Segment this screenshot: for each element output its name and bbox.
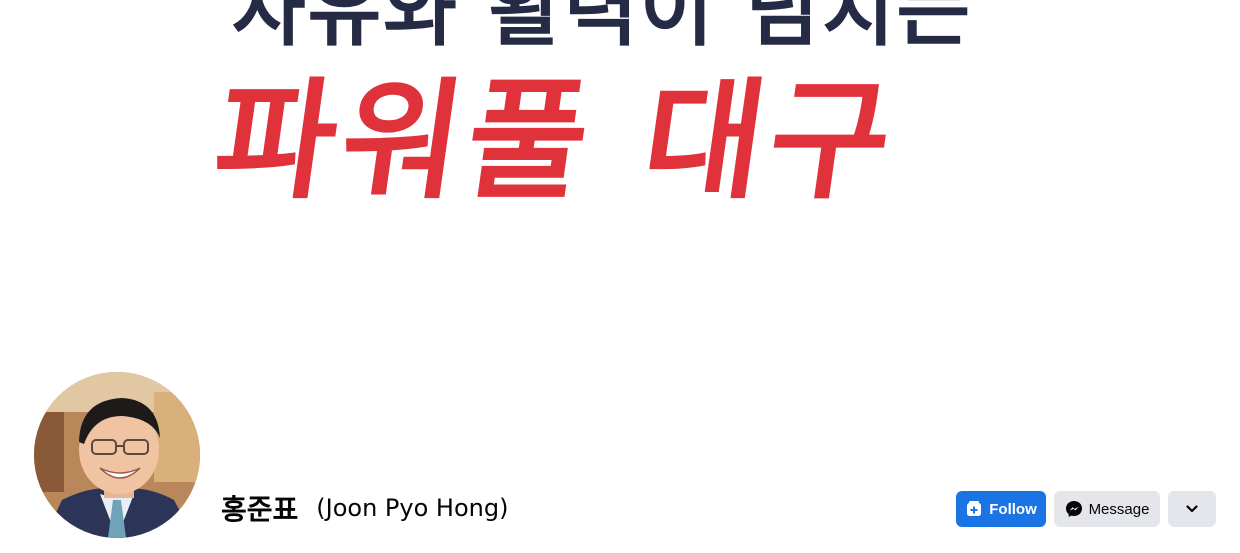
profile-name-korean: 홍준표 bbox=[221, 493, 299, 526]
more-options-button[interactable] bbox=[1168, 491, 1216, 527]
profile-photo-image bbox=[34, 372, 200, 538]
cover-headline-top: 자유와 활력이 넘치는 bbox=[232, 0, 973, 57]
profile-name-english: (Joon Pyo Hong) bbox=[316, 494, 509, 522]
cover-headline-main: 파워풀 대구 bbox=[205, 65, 907, 217]
profile-page: 자유와 활력이 넘치는 파워풀 대구 홍준표 (Joon Pyo Hong) F… bbox=[0, 0, 1240, 553]
follow-icon bbox=[965, 500, 983, 518]
cover-photo[interactable]: 자유와 활력이 넘치는 파워풀 대구 bbox=[0, 0, 1240, 380]
chevron-down-icon bbox=[1183, 500, 1201, 518]
profile-name: 홍준표 (Joon Pyo Hong) bbox=[221, 486, 508, 530]
follow-button-label: Follow bbox=[989, 500, 1037, 518]
profile-picture[interactable] bbox=[31, 369, 203, 541]
follow-button[interactable]: Follow bbox=[956, 491, 1046, 527]
message-button[interactable]: Message bbox=[1054, 491, 1160, 527]
message-button-label: Message bbox=[1088, 500, 1150, 518]
messenger-icon bbox=[1065, 500, 1083, 518]
